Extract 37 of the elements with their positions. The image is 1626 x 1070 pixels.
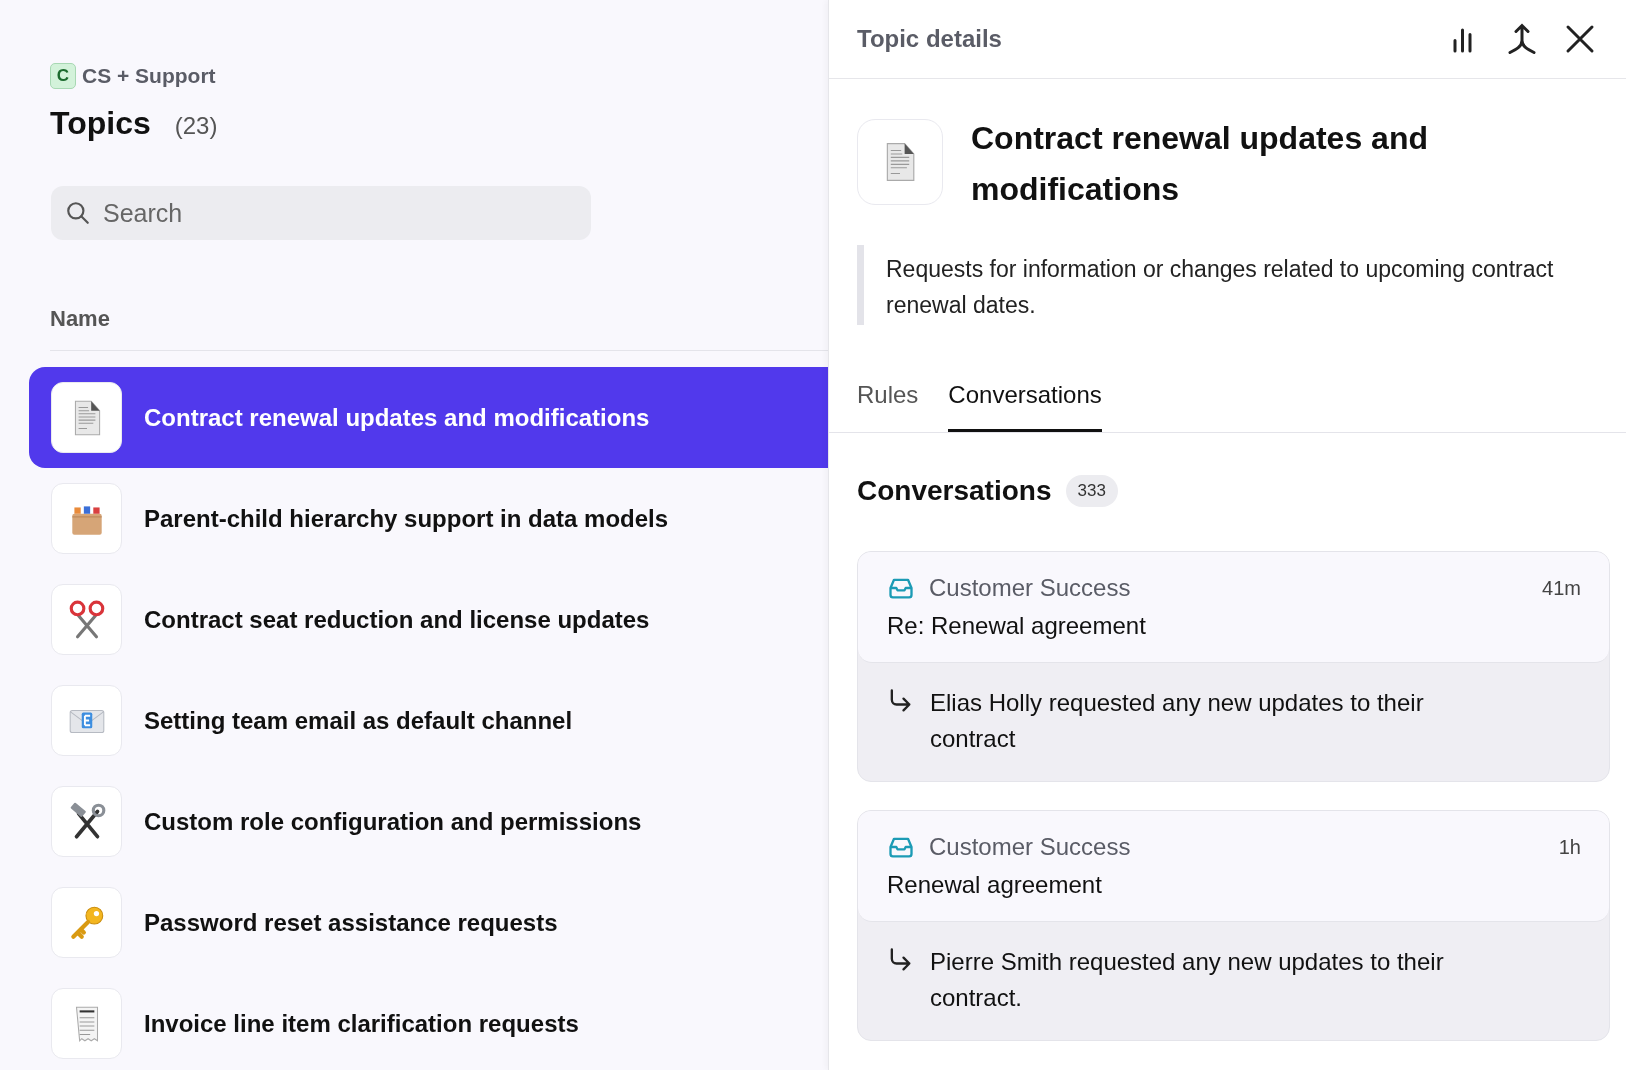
conversation-card[interactable]: Customer Success 1h Renewal agreement Pierre Smith requested any new updates to their contract. — [857, 810, 1610, 1041]
conversation-subject: Re: Renewal agreement — [887, 612, 1147, 640]
topic-description: Requests for information or changes related to upcoming contract renewal dates. — [857, 245, 1570, 325]
timestamp: 1h — [1558, 835, 1581, 859]
topic-row[interactable]: Password reset assistance requests — [29, 872, 828, 973]
inbox-name: Customer Success — [929, 833, 1132, 861]
topic-name: Invoice line item clarification requests — [144, 1009, 579, 1038]
topic-name: Parent-child hierarchy support in data models — [144, 504, 669, 533]
tab[interactable]: Rules — [857, 381, 919, 432]
page-title: Topics — [50, 105, 151, 142]
tab[interactable]: Conversations — [948, 381, 1102, 432]
topic-count: (23) — [174, 112, 218, 140]
conversation-summary: Elias Holly requested any new updates to their contract — [930, 688, 1425, 754]
conversation-summary: Pierre Smith requested any new updates to their contract. — [930, 947, 1445, 1013]
topic-row[interactable]: Parent-child hierarchy support in data models — [29, 468, 828, 569]
panel-title: Topic details — [857, 25, 1002, 53]
topic-name: Custom role configuration and permissions — [144, 807, 642, 836]
topic-row[interactable]: Contract seat reduction and license updates — [29, 569, 828, 670]
column-header[interactable]: Name — [50, 306, 110, 331]
conversation-card[interactable]: Customer Success 41m Re: Renewal agreement Elias Holly requested any new updates to their contract — [857, 551, 1610, 782]
search-field[interactable]: Search — [51, 186, 591, 240]
conversation-subject: Renewal agreement — [887, 871, 1103, 899]
workspace-name: CS + Support — [82, 64, 216, 88]
section-title: Conversations — [857, 475, 1052, 507]
workspace-badge: C — [50, 63, 76, 89]
topic-row[interactable]: Setting team email as default channel — [29, 670, 828, 771]
topic-row[interactable]: Invoice line item clarification requests — [29, 973, 828, 1070]
inbox-name: Customer Success — [929, 574, 1132, 602]
topic-name: Contract renewal updates and modifications — [144, 403, 650, 432]
topic-row[interactable]: Custom role configuration and permissions — [29, 771, 828, 872]
topic-name: Setting team email as default channel — [144, 706, 573, 735]
topic-name: Contract seat reduction and license updates — [144, 605, 650, 634]
count-badge: 333 — [1065, 475, 1118, 507]
topic-title: Contract renewal updates and modifications — [971, 119, 1429, 209]
timestamp: 41m — [1542, 576, 1581, 600]
topic-name: Password reset assistance requests — [144, 908, 558, 937]
topic-row[interactable]: Contract renewal updates and modifications — [29, 367, 828, 468]
